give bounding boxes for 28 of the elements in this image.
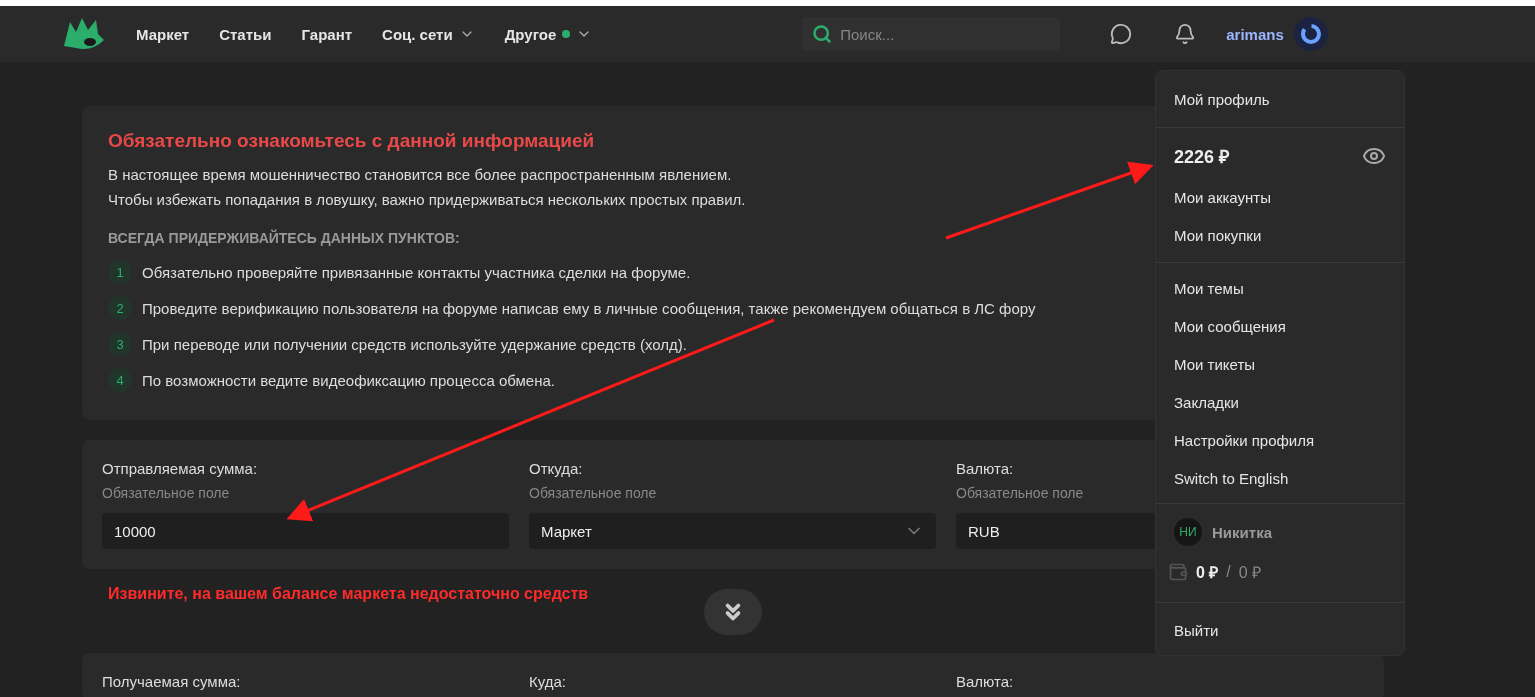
separator-text: / xyxy=(1226,563,1231,581)
field-label: Валюта: xyxy=(956,673,1014,690)
account-avatar: НИ xyxy=(1174,518,1202,546)
notice-title: Обязательно ознакомьтесь с данной информацией xyxy=(108,130,596,152)
field-hint: Обязательное поле xyxy=(956,485,1085,501)
rule-number: 3 xyxy=(108,332,132,356)
wallet-balance: 0 ₽ xyxy=(1196,563,1219,583)
balance-amount: 2226 ₽ xyxy=(1174,146,1230,168)
field-hint: Обязательное поле xyxy=(102,485,231,501)
rule-text: Проведите верификацию пользователя на форуме написав ему в личные сообщения, также рекомендуем общаться в ЛС фору xyxy=(142,299,1036,317)
error-message: Извините, на вашем балансе маркета недостаточно средств xyxy=(108,585,589,603)
rule-number: 4 xyxy=(108,368,132,392)
field-label: Откуда: xyxy=(529,460,583,477)
notice-text: В настоящее время мошенничество становится все более распространенным явлением. xyxy=(108,165,732,185)
rule-text: По возможности ведите видеофиксацию процесса обмена. xyxy=(142,371,555,389)
rule-number: 1 xyxy=(108,260,132,284)
rules-heading: ВСЕГДА ПРИДЕРЖИВАЙТЕСЬ ДАННЫХ ПУНКТОВ: xyxy=(108,230,460,246)
field-label: Куда: xyxy=(529,673,566,690)
field-label: Получаемая сумма: xyxy=(102,673,241,690)
field-label: Отправляемая сумма: xyxy=(102,460,258,477)
hold-balance: 0 ₽ xyxy=(1238,563,1262,583)
field-hint: Обязательное поле xyxy=(529,485,658,501)
search-placeholder: Поиск... xyxy=(840,25,895,43)
rule-text: Обязательно проверяйте привязанные контакты участника сделки на форуме. xyxy=(142,263,691,281)
notice-text: Чтобы избежать попадания в ловушку, важно придерживаться нескольких простых правил. xyxy=(108,190,746,210)
field-label: Валюта: xyxy=(956,460,1014,477)
rule-text: При переводе или получении средств используйте удержание средств (холд). xyxy=(142,335,687,353)
rule-number: 2 xyxy=(108,296,132,320)
